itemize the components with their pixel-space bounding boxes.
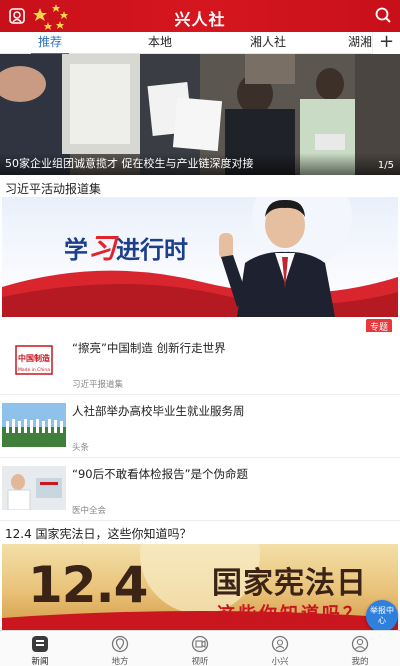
- profile-icon: [351, 635, 369, 653]
- news-list-item[interactable]: “90后不敢看体检报告”是个伪命题 医中全会: [0, 458, 400, 521]
- nav-assistant[interactable]: 小兴: [240, 631, 320, 666]
- assistant-icon: [271, 635, 289, 653]
- xi-study-banner[interactable]: 学习进行时: [2, 197, 398, 317]
- banner-portrait: [219, 199, 335, 317]
- news-source: 医中全会: [72, 506, 107, 516]
- hero-carousel[interactable]: 50家企业组团诚意揽才 促在校生与产业链深度对接 1/5: [0, 54, 400, 175]
- news-list-item[interactable]: 中国制造 Made in China “擦亮”中国制造 创新行走世界 习近平报道…: [0, 332, 400, 395]
- nav-video[interactable]: 视听: [160, 631, 240, 666]
- nav-label: 我的: [351, 657, 369, 666]
- news-thumbnail: [2, 403, 66, 447]
- nav-news[interactable]: 新闻: [0, 631, 80, 666]
- tab-xiang-renshe[interactable]: 湘人社: [238, 32, 298, 54]
- report-center-button[interactable]: 举报中 心: [366, 600, 398, 632]
- banner-text-study: 学: [64, 235, 88, 264]
- nav-label: 新闻: [31, 657, 49, 666]
- channel-tabs: 推荐 本地 湘人社 湖湘 +: [0, 32, 400, 55]
- nav-profile[interactable]: 我的: [320, 631, 400, 666]
- banner-text-rest: 进行时: [116, 235, 189, 264]
- hero-page-indicator: 1/5: [377, 160, 394, 171]
- video-icon: [191, 635, 209, 653]
- news-title: “90后不敢看体检报告”是个伪命题: [72, 467, 249, 481]
- constitution-day-banner[interactable]: 12.4 国家宪法日 这些你知道吗？: [2, 544, 398, 630]
- made-in-china-logo: 中国制造 Made in China: [15, 345, 53, 375]
- logo-text: 中国制造: [18, 353, 50, 363]
- app-header: 兴人社: [0, 0, 400, 32]
- tab-local[interactable]: 本地: [135, 32, 185, 54]
- tab-recommend[interactable]: 推荐: [25, 32, 75, 55]
- bottom-navigation: 新闻 地方 视听 小兴 我的: [0, 630, 400, 666]
- banner-date: 12.4: [28, 556, 148, 614]
- banner-text-xi: 习: [88, 232, 117, 265]
- search-icon[interactable]: [374, 6, 392, 24]
- nav-label: 小兴: [271, 657, 289, 666]
- nav-local[interactable]: 地方: [80, 631, 160, 666]
- location-icon: [111, 635, 129, 653]
- news-list-item[interactable]: 人社部举办高校毕业生就业服务周 头条: [0, 395, 400, 458]
- news-thumbnail: 中国制造 Made in China: [2, 340, 66, 384]
- report-center-label-line1: 举报中: [370, 606, 394, 615]
- news-thumbnail: [2, 466, 66, 510]
- news-title: “擦亮”中国制造 创新行走世界: [72, 341, 226, 355]
- news-icon: [32, 636, 48, 652]
- news-title: 人社部举办高校毕业生就业服务周: [72, 404, 245, 418]
- news-source: 习近平报道集: [72, 380, 124, 390]
- section-title-constitution[interactable]: 12.4 国家宪法日，这些你知道吗？: [5, 525, 192, 542]
- hero-caption: 50家企业组团诚意揽才 促在校生与产业链深度对接: [5, 157, 254, 170]
- banner-heading: 国家宪法日: [212, 566, 367, 601]
- section-title-xi[interactable]: 习近平活动报道集: [5, 180, 101, 197]
- add-channel-button[interactable]: +: [372, 32, 400, 54]
- report-center-label-line2: 心: [378, 616, 386, 625]
- banner-subheading: 这些你知道吗？: [217, 604, 364, 625]
- nav-label: 地方: [111, 657, 129, 666]
- nav-label: 视听: [191, 657, 209, 666]
- app-title: 兴人社: [174, 10, 226, 29]
- news-source: 头条: [72, 443, 90, 453]
- logo-subtext: Made in China: [18, 367, 50, 373]
